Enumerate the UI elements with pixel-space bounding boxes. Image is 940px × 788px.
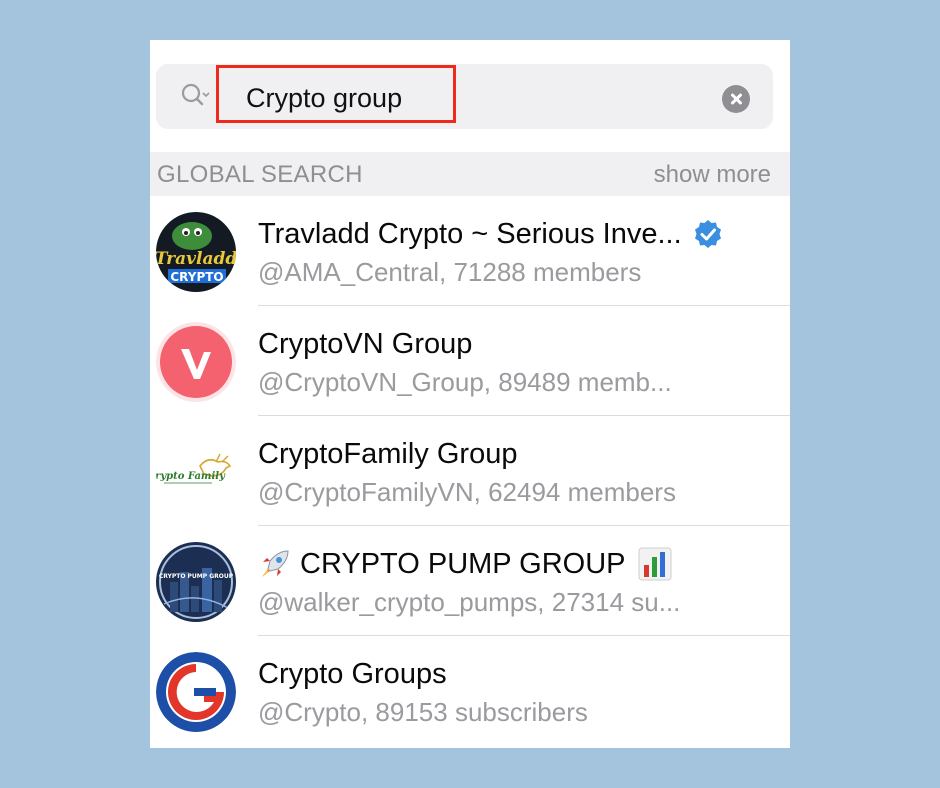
result-title: CryptoFamily Group: [258, 438, 518, 470]
verified-badge-icon: [694, 220, 721, 248]
bar-chart-icon: [638, 547, 672, 581]
result-row-cryptofamily[interactable]: Crypto Family CryptoFamily Group @Crypto…: [150, 416, 790, 526]
show-more-link[interactable]: show more: [654, 161, 771, 189]
v-logo-avatar: [156, 322, 236, 402]
frog-avatar: Travladd CRYPTO: [156, 212, 236, 292]
result-row-crypto-pump[interactable]: CRYPTO PUMP GROUP CRYPTO PUMP GROUP @wal…: [150, 526, 790, 636]
result-title: Crypto Groups: [258, 658, 447, 690]
svg-text:CRYPTO PUMP GROUP: CRYPTO PUMP GROUP: [159, 573, 234, 580]
section-title: GLOBAL SEARCH: [157, 161, 363, 188]
result-title: CryptoVN Group: [258, 328, 473, 360]
cg-logo-avatar: [156, 652, 236, 732]
result-subtitle: @Crypto, 89153 subscribers: [258, 697, 588, 727]
result-title: Travladd Crypto ~ Serious Inve...: [258, 218, 682, 250]
city-night-avatar: CRYPTO PUMP GROUP: [156, 542, 236, 622]
search-icon: [181, 83, 210, 106]
result-row-crypto-groups[interactable]: Crypto Groups @Crypto, 89153 subscribers: [150, 636, 790, 746]
result-title: CRYPTO PUMP GROUP: [300, 548, 626, 580]
svg-text:CRYPTO: CRYPTO: [170, 270, 223, 284]
search-panel: Crypto group GLOBAL SEARCH show more Tra…: [150, 40, 790, 748]
result-row-cryptovn[interactable]: CryptoVN Group @CryptoVN_Group, 89489 me…: [150, 306, 790, 416]
svg-text:Travladd: Travladd: [156, 249, 236, 269]
search-highlight-box: [216, 65, 456, 123]
result-subtitle: @CryptoVN_Group, 89489 memb...: [258, 367, 672, 397]
global-search-header: GLOBAL SEARCH show more: [150, 152, 790, 196]
clear-search-icon[interactable]: [722, 85, 750, 113]
result-subtitle: @walker_crypto_pumps, 27314 su...: [258, 587, 681, 617]
result-subtitle: @CryptoFamilyVN, 62494 members: [258, 477, 676, 507]
svg-text:Crypto Family: Crypto Family: [156, 471, 226, 482]
bull-logo-avatar: Crypto Family: [156, 432, 236, 512]
result-row-travladd[interactable]: Travladd CRYPTO Travladd Crypto ~ Seriou…: [150, 196, 790, 306]
rocket-icon: [262, 550, 289, 577]
result-subtitle: @AMA_Central, 71288 members: [258, 257, 642, 287]
